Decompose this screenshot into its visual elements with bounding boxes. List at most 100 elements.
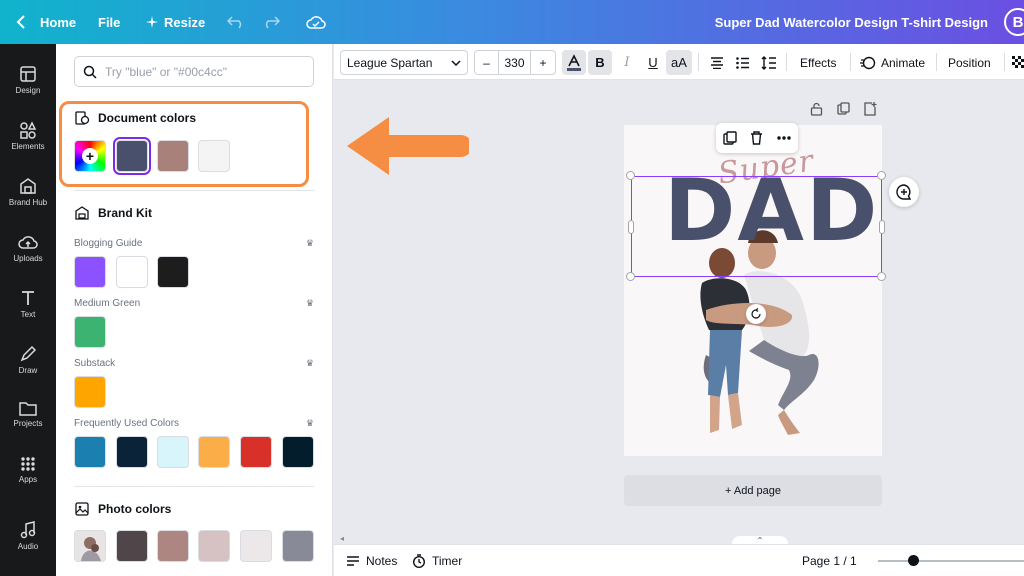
photo-color-swatch[interactable] [157,530,189,562]
group-name: Frequently Used Colors [74,418,180,429]
resize-label: Resize [164,14,206,30]
resize-handle-bottom-right[interactable] [877,272,886,281]
position-button[interactable]: Position [948,50,991,75]
brand-color-swatch[interactable] [74,316,106,348]
trash-icon[interactable] [750,131,763,145]
file-menu-button[interactable]: File [98,0,120,44]
projects-icon [19,402,37,416]
sparkle-icon [146,16,158,28]
document-title[interactable]: Super Dad Watercolor Design T-shirt Desi… [715,0,988,44]
more-options-icon[interactable] [777,136,791,140]
text-color-icon [567,53,581,71]
resize-button[interactable]: Resize [146,0,205,44]
tutorial-arrow-icon [347,117,469,175]
comment-button[interactable] [889,177,919,207]
crown-icon: ♛ [305,298,314,308]
scroll-left-icon[interactable]: ◂ [340,534,344,543]
italic-button[interactable]: I [616,50,638,75]
separator [850,53,851,71]
brand-color-swatch[interactable] [282,436,314,468]
brand-color-swatch[interactable] [116,256,148,288]
zoom-slider-track[interactable] [878,560,1024,562]
line-spacing-icon [761,55,776,70]
draw-icon [20,345,37,362]
resize-handle-bottom-left[interactable] [626,272,635,281]
elements-icon [20,121,37,139]
uploads-icon [18,236,38,249]
brand-color-swatch[interactable] [240,436,272,468]
transparency-button[interactable] [1012,50,1024,75]
crown-icon: ♛ [305,418,314,428]
rail-item-elements[interactable]: Elements [0,112,56,160]
top-bar: Home File Resize Super Dad Watercolor De… [0,0,1024,44]
brand-color-swatch[interactable] [116,436,148,468]
brand-hub-icon [20,178,36,194]
search-icon [83,65,97,79]
rail-item-projects[interactable]: Projects [0,390,56,438]
separator [1004,53,1005,71]
spacing-button[interactable] [758,50,780,75]
rail-item-uploads[interactable]: Uploads [0,224,56,272]
rail-item-apps[interactable]: Apps [0,446,56,494]
resize-handle-right[interactable] [879,220,885,234]
photo-thumbnail[interactable] [74,530,106,562]
undo-button[interactable] [227,0,245,44]
rail-label-draw: Draw [18,366,38,375]
duplicate-icon[interactable] [723,131,737,145]
timer-label: Timer [432,554,463,568]
photo-color-swatch[interactable] [116,530,148,562]
resize-handle-left[interactable] [628,220,634,234]
photo-color-swatch[interactable] [282,530,314,562]
font-size-input[interactable]: 330 [499,51,531,74]
animate-button[interactable]: Animate [860,50,925,75]
photo-color-swatch[interactable] [198,530,230,562]
brand-color-swatch[interactable] [157,436,189,468]
timer-button[interactable]: Timer [412,545,462,576]
rail-item-design[interactable]: Design [0,56,56,104]
list-button[interactable] [732,50,754,75]
rail-item-text[interactable]: Text [0,280,56,328]
text-color-button[interactable] [562,50,586,75]
add-page-icon[interactable] [864,102,877,116]
rail-label-uploads: Uploads [13,254,43,263]
notes-icon [347,556,359,566]
zoom-slider-thumb[interactable] [908,555,919,566]
effects-button[interactable]: Effects [800,50,836,75]
add-page-button[interactable]: + Add page [624,475,882,506]
color-search-input[interactable]: Try "blue" or "#00c4cc" [74,56,314,87]
rail-item-draw[interactable]: Draw [0,336,56,384]
redo-button[interactable] [262,0,280,44]
rail-label-elements: Elements [11,142,45,151]
rail-label-audio: Audio [17,542,39,551]
underline-button[interactable]: U [642,50,664,75]
decrease-size-button[interactable]: – [475,51,499,74]
resize-handle-top-left[interactable] [626,171,635,180]
rotate-handle[interactable] [746,304,766,324]
cloud-check-icon [306,16,326,29]
brand-color-swatch[interactable] [74,256,106,288]
rail-item-brand-hub[interactable]: Brand Hub [0,168,56,216]
brand-color-swatch[interactable] [157,256,189,288]
brand-color-swatch[interactable] [74,436,106,468]
brand-group-label: Blogging Guide ♛ [74,238,314,249]
brand-kit-icon [75,206,89,220]
rotate-icon [751,308,761,319]
increase-size-button[interactable]: + [531,51,555,74]
bold-button[interactable]: B [588,50,612,75]
duplicate-page-icon[interactable] [837,102,850,116]
letter-case-button[interactable]: aA [666,50,692,75]
align-button[interactable] [706,50,728,75]
cloud-save-button[interactable] [306,0,326,44]
brand-color-swatch[interactable] [198,436,230,468]
photo-color-swatch[interactable] [240,530,272,562]
page-indicator[interactable]: Page 1 / 1 [802,545,857,576]
rail-item-audio[interactable]: Audio [0,512,56,560]
font-family-select[interactable]: League Spartan [340,50,468,75]
avatar[interactable]: B [1004,8,1024,36]
lock-icon[interactable] [810,102,823,116]
chevron-left-icon [16,15,25,29]
home-button[interactable]: Home [16,0,76,44]
brand-color-swatch[interactable] [74,376,106,408]
notes-button[interactable]: Notes [346,545,397,576]
resize-handle-top-right[interactable] [877,171,886,180]
